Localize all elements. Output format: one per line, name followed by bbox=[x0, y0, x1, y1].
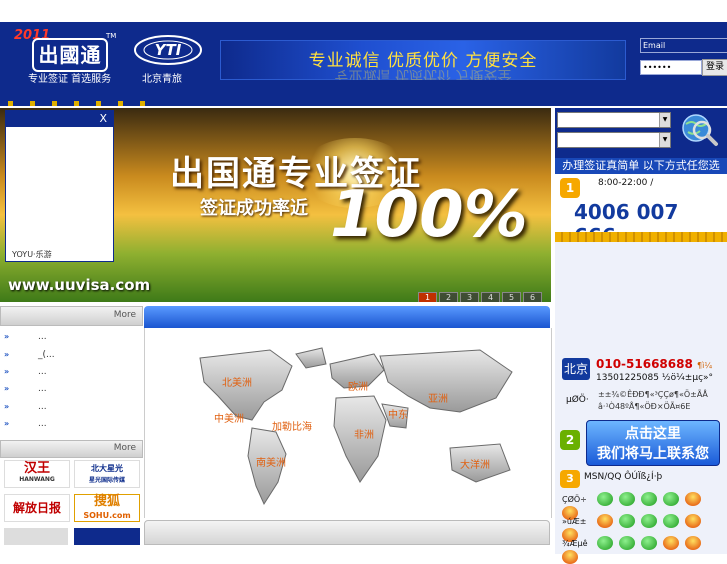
beijing-label: 北京 bbox=[562, 358, 590, 380]
arrow-icon: » bbox=[4, 367, 10, 376]
logo-text: 出國通 bbox=[32, 38, 108, 72]
pager-3[interactable]: 3 bbox=[460, 292, 479, 302]
list-item[interactable]: »... bbox=[4, 332, 47, 342]
continent-oceania[interactable]: 大洋洲 bbox=[460, 456, 490, 471]
trademark: TM bbox=[106, 32, 117, 40]
chevron-down-icon: ▼ bbox=[659, 133, 670, 147]
continent-north-america[interactable]: 北美洲 bbox=[222, 374, 252, 389]
msn-icon[interactable] bbox=[641, 514, 658, 528]
beijing-mobile: 13501225085 ½ö¼±µç»° bbox=[596, 373, 714, 383]
country-select[interactable]: ▼ bbox=[557, 112, 671, 128]
tagline-left: 专业签证 首选服务 bbox=[28, 74, 112, 85]
popup-brand: YOYU·乐游 bbox=[12, 250, 52, 259]
msn-icon[interactable] bbox=[619, 492, 636, 506]
yti-logo[interactable]: YTI bbox=[132, 32, 204, 68]
address-text: ±±¾©ÊÐÐ¶«³ÇÇø¶«Ö±ÃÅ â·¹Ò48ºÅ¶«ÖÐ×ÖÃ¤6E bbox=[598, 390, 708, 411]
step-3-badge: 3 bbox=[560, 470, 580, 488]
password-input[interactable] bbox=[640, 60, 702, 75]
msn-icon[interactable] bbox=[641, 536, 658, 550]
qq-icon[interactable] bbox=[685, 536, 702, 550]
service-notice: 办理签证真简单 以下方式任您选 bbox=[555, 158, 727, 174]
site-header: 2011 出國通 TM 专业签证 首选服务 YTI 北京青旅 专业诚信 优质优价… bbox=[0, 22, 727, 106]
partner-logo-blue[interactable] bbox=[74, 528, 140, 545]
slogan-banner: 专业诚信 优质优价 方便安全 专业诚信 优质优价 方便安全 bbox=[220, 40, 626, 80]
email-input[interactable] bbox=[640, 38, 727, 53]
logo2-text: YTI bbox=[155, 41, 182, 59]
arrow-icon: » bbox=[4, 419, 10, 428]
arrow-icon: » bbox=[4, 384, 10, 393]
list-item[interactable]: »... bbox=[4, 384, 47, 394]
partner-logo-sohu[interactable]: 搜狐 SOHU.com bbox=[74, 494, 140, 522]
partner-logo-beida[interactable]: 北大星光 星光国际传媒 bbox=[74, 460, 140, 488]
arrow-icon: » bbox=[4, 402, 10, 411]
continent-europe[interactable]: 欧洲 bbox=[348, 378, 368, 393]
qq-icon[interactable] bbox=[597, 514, 614, 528]
pager-5[interactable]: 5 bbox=[502, 292, 521, 302]
qq-icon[interactable] bbox=[685, 514, 702, 528]
visa-type-select[interactable]: ▼ bbox=[557, 132, 671, 148]
banner-url: www.uuvisa.com bbox=[8, 276, 151, 294]
popup-close-button[interactable]: X bbox=[99, 112, 107, 125]
continent-caribbean[interactable]: 加勒比海 bbox=[272, 418, 312, 433]
msn-icon[interactable] bbox=[641, 492, 658, 506]
callback-button[interactable]: 点击这里 我们将马上联系您 bbox=[586, 420, 720, 466]
decorative-ribbon bbox=[555, 232, 727, 242]
popup-titlebar: X bbox=[6, 111, 113, 127]
msn-icon[interactable] bbox=[597, 492, 614, 506]
more-link[interactable]: More bbox=[114, 310, 136, 320]
qq-icon[interactable] bbox=[562, 550, 578, 564]
pager-1[interactable]: 1 bbox=[418, 292, 437, 302]
partner-logo-jiefang[interactable]: 解放日报 bbox=[4, 494, 70, 522]
chuguotong-logo[interactable]: 2011 出國通 TM bbox=[14, 28, 118, 74]
qq-icon[interactable] bbox=[663, 536, 680, 550]
pager-2[interactable]: 2 bbox=[439, 292, 458, 302]
banner-percent: 100% bbox=[330, 178, 528, 252]
chevron-down-icon: ▼ bbox=[659, 113, 670, 127]
more-link[interactable]: More bbox=[114, 443, 136, 453]
list-item[interactable]: »... bbox=[4, 367, 47, 377]
address-label: µØÖ· bbox=[566, 395, 589, 405]
msn-icon[interactable] bbox=[597, 536, 614, 550]
arrow-icon: » bbox=[4, 332, 10, 341]
step-1-badge: 1 bbox=[560, 178, 580, 198]
msn-icon[interactable] bbox=[619, 536, 636, 550]
list-item[interactable]: » _(... bbox=[4, 350, 55, 360]
partner-logo-photo[interactable] bbox=[4, 528, 68, 545]
continent-south-america[interactable]: 南美洲 bbox=[256, 454, 286, 469]
continent-asia[interactable]: 亚洲 bbox=[428, 390, 448, 405]
world-map[interactable]: 北美洲 欧洲 亚洲 中东 加勒比海 中美洲 非洲 南美洲 大洋洲 bbox=[160, 336, 538, 512]
banner-subtitle: 签证成功率近 bbox=[200, 198, 308, 219]
service-hours: 8:00-22:00 / bbox=[598, 178, 654, 188]
login-button[interactable]: 登录 bbox=[702, 59, 727, 76]
list-item[interactable]: »... bbox=[4, 402, 47, 412]
msn-icon[interactable] bbox=[663, 514, 680, 528]
step-2-badge: 2 bbox=[560, 430, 580, 450]
pager-4[interactable]: 4 bbox=[481, 292, 500, 302]
bottom-section-header bbox=[144, 520, 550, 545]
slogan-reflection: 专业诚信 优质优价 方便安全 bbox=[334, 68, 512, 80]
continent-central-america[interactable]: 中美洲 bbox=[214, 410, 244, 425]
news-header: More bbox=[0, 306, 143, 326]
continent-middle-east[interactable]: 中东 bbox=[388, 406, 408, 421]
beijing-phone: 010-51668688 ¶ì¼ bbox=[596, 357, 713, 371]
pager-6[interactable]: 6 bbox=[523, 292, 542, 302]
banner-pager: 1234567 bbox=[416, 292, 551, 302]
im-row-hotel: ¾Æµê bbox=[562, 536, 727, 564]
continent-africa[interactable]: 非洲 bbox=[354, 426, 374, 441]
msn-icon[interactable] bbox=[663, 492, 680, 506]
list-item[interactable]: »... bbox=[4, 419, 47, 429]
arrow-icon: » bbox=[4, 350, 10, 359]
globe-search-icon[interactable] bbox=[680, 112, 720, 148]
partners-header: More bbox=[0, 440, 143, 458]
map-header bbox=[144, 306, 550, 328]
qq-icon[interactable] bbox=[685, 492, 702, 506]
floating-popup: X YOYU·乐游 bbox=[5, 110, 114, 262]
tagline-right: 北京青旅 bbox=[142, 74, 182, 85]
partner-logo-hanwang[interactable]: 汉王 HANWANG bbox=[4, 460, 70, 488]
msn-icon[interactable] bbox=[619, 514, 636, 528]
online-service-label: MSN/QQ ÔÚÏß¿Í·þ bbox=[584, 472, 663, 482]
